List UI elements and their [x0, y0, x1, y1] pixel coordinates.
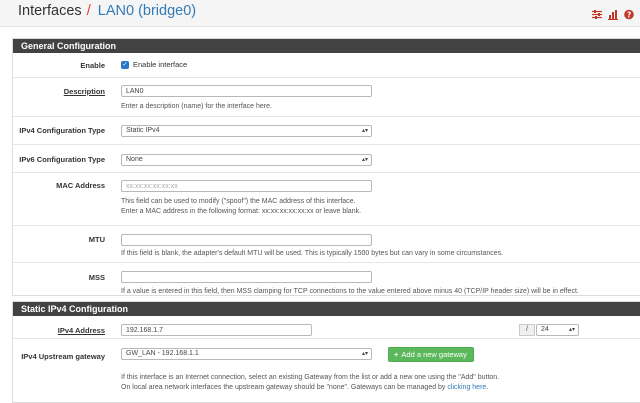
help-icon[interactable]: ? [624, 7, 634, 19]
upstream-gateway-help-1: If this interface is an Internet connect… [121, 374, 500, 381]
upstream-gateway-select[interactable]: GW_LAN - 192.168.1.1 ▴▾ [121, 348, 372, 360]
general-configuration-heading: General Configuration [13, 39, 640, 53]
select-arrows-icon: ▴▾ [361, 351, 368, 357]
mss-input[interactable] [121, 271, 372, 283]
ipv4-type-value: Static IPv4 [126, 127, 160, 134]
breadcrumb-separator: / [86, 3, 91, 19]
ipv4-address-label: IPv4 Address [57, 326, 105, 335]
upstream-gateway-label: IPv4 Upstream gateway [21, 352, 105, 361]
bar-chart-icon[interactable] [608, 7, 618, 20]
upstream-gateway-help-2: On local area network interfaces the ups… [121, 383, 488, 393]
ipv4-type-select[interactable]: Static IPv4 ▴▾ [121, 125, 372, 137]
mtu-label: MTU [88, 235, 105, 244]
row-ipv6-type: IPv6 Configuration Type None ▴▾ [13, 145, 640, 173]
breadcrumb-interfaces[interactable]: Interfaces [18, 3, 82, 19]
cidr-slash: / [519, 324, 535, 336]
enable-checkbox[interactable]: ✓ [121, 61, 129, 69]
ipv4-address-input[interactable]: 192.168.1.7 [121, 324, 312, 336]
cidr-select[interactable]: 24 ▴▾ [536, 324, 579, 336]
breadcrumb: Interfaces / LAN0 (bridge0) [18, 3, 196, 19]
add-gateway-button-label: Add a new gateway [401, 350, 467, 359]
cidr-value: 24 [541, 326, 549, 333]
upstream-gateway-help-2-text: On local area network interfaces the ups… [121, 384, 446, 391]
ipv6-type-label: IPv6 Configuration Type [19, 155, 105, 164]
mtu-help: If this field is blank, the adapter's de… [121, 250, 504, 257]
general-configuration-panel: General Configuration Enable ✓ Enable in… [12, 38, 640, 296]
select-arrows-icon: ▴▾ [568, 327, 575, 333]
plus-icon: + [394, 350, 399, 359]
description-input[interactable]: LAN0 [121, 85, 372, 97]
static-ipv4-heading: Static IPv4 Configuration [13, 302, 640, 316]
row-ipv4-address: IPv4 Address 192.168.1.7 / 24 ▴▾ [13, 316, 640, 339]
help-end: . [486, 384, 489, 391]
svg-text:?: ? [627, 10, 631, 19]
mac-address-label: MAC Address [56, 181, 105, 190]
mtu-input[interactable] [121, 234, 372, 246]
ipv6-type-value: None [126, 156, 143, 163]
breadcrumb-current[interactable]: LAN0 (bridge0) [98, 3, 196, 19]
row-enable: Enable ✓ Enable interface [13, 53, 640, 78]
row-mtu: MTU If this field is blank, the adapter'… [13, 226, 640, 263]
ipv4-type-label: IPv4 Configuration Type [19, 126, 105, 135]
static-ipv4-panel: Static IPv4 Configuration IPv4 Address 1… [12, 301, 640, 403]
header-icons: ? [592, 7, 634, 20]
row-mac-address: MAC Address xx:xx:xx:xx:xx:xx This field… [13, 173, 640, 226]
mss-label: MSS [88, 273, 105, 282]
row-description: Description LAN0 Enter a description (na… [13, 78, 640, 117]
row-mss: MSS If a value is entered in this field,… [13, 263, 640, 300]
add-gateway-button[interactable]: + Add a new gateway [388, 347, 474, 362]
page-header: Interfaces / LAN0 (bridge0) ? [0, 0, 640, 27]
enable-label: Enable [80, 61, 105, 70]
upstream-gateway-value: GW_LAN - 192.168.1.1 [126, 350, 199, 357]
mac-address-input[interactable]: xx:xx:xx:xx:xx:xx [121, 180, 372, 192]
sliders-icon[interactable] [592, 7, 602, 19]
mac-address-help-1: This field can be used to modify ("spoof… [121, 198, 356, 205]
select-arrows-icon: ▴▾ [361, 157, 368, 163]
gateways-link[interactable]: clicking here [447, 384, 486, 391]
select-arrows-icon: ▴▾ [361, 128, 368, 134]
mac-address-help-2: Enter a MAC address in the following for… [121, 208, 362, 215]
description-help: Enter a description (name) for the inter… [121, 103, 272, 110]
ipv6-type-select[interactable]: None ▴▾ [121, 154, 372, 166]
row-ipv4-type: IPv4 Configuration Type Static IPv4 ▴▾ [13, 117, 640, 145]
row-upstream-gateway: IPv4 Upstream gateway GW_LAN - 192.168.1… [13, 339, 640, 401]
description-label: Description [63, 87, 105, 96]
mss-help: If a value is entered in this field, the… [121, 288, 579, 295]
enable-checkbox-label[interactable]: Enable interface [133, 60, 187, 69]
